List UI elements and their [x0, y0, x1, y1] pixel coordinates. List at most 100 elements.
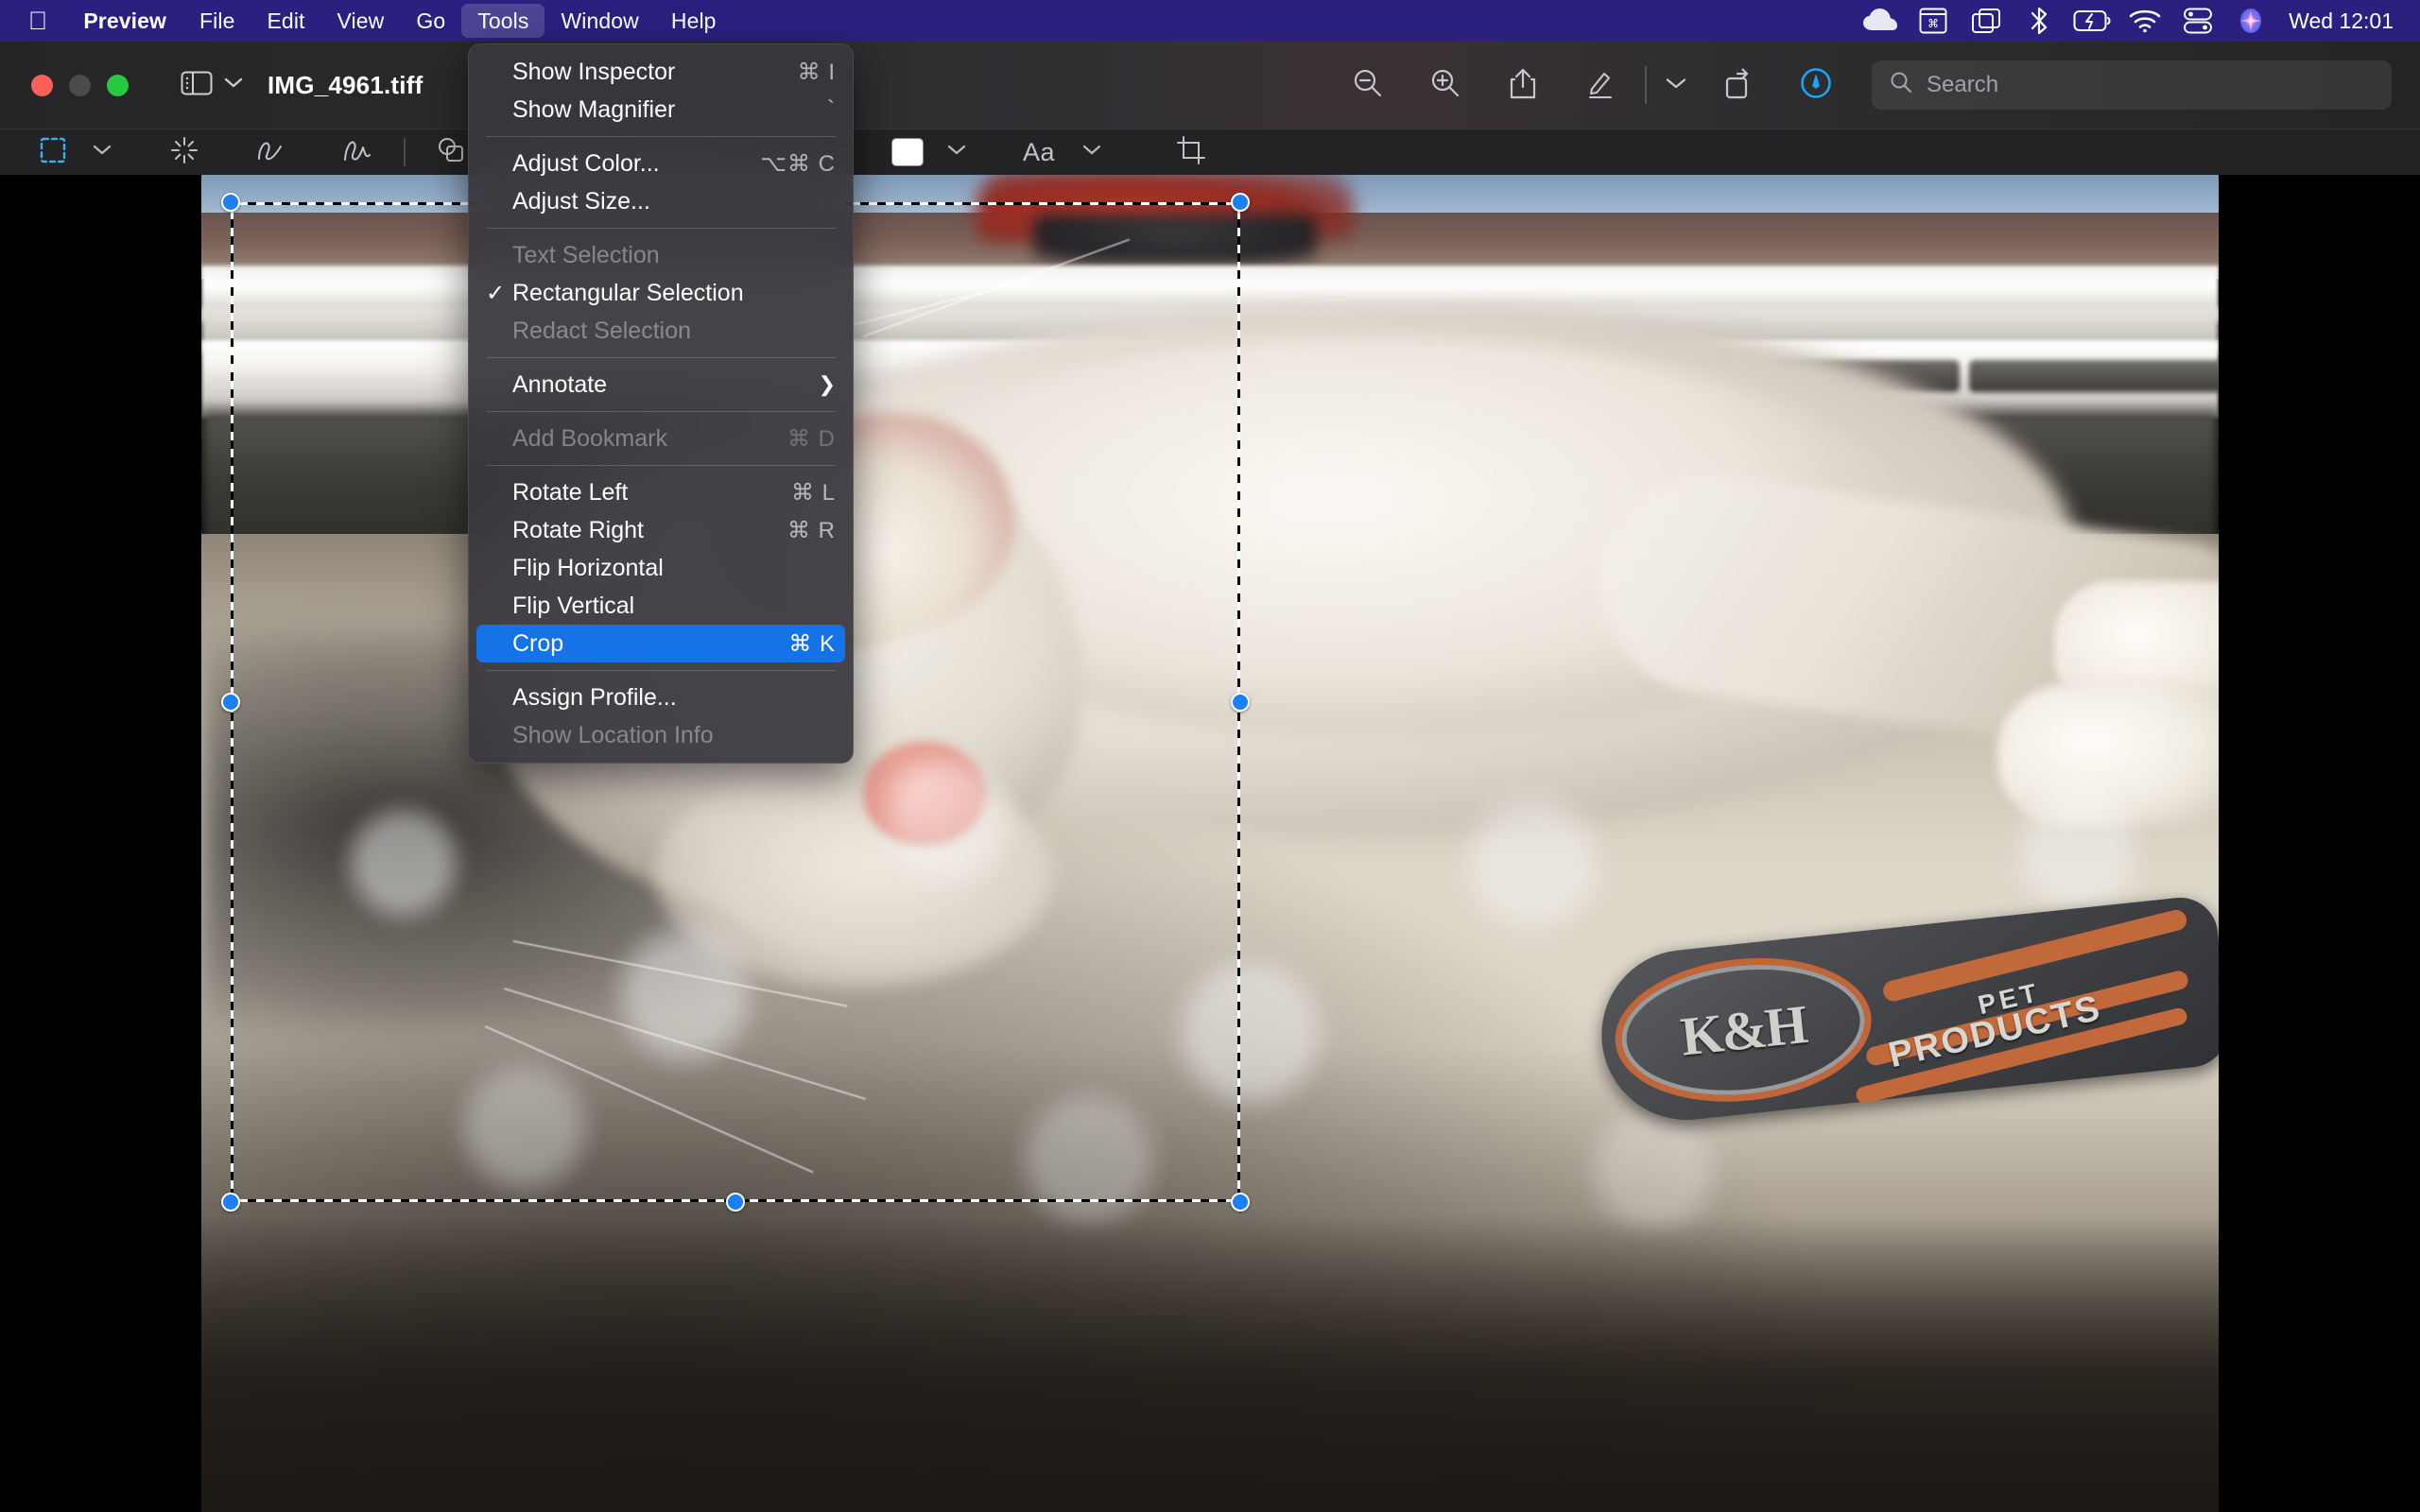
crop-icon [1176, 135, 1206, 170]
menu-item-label: Flip Vertical [512, 592, 635, 619]
crop-tool-button[interactable] [1167, 129, 1216, 176]
menu-item-label: Show Magnifier [512, 95, 676, 123]
rotate-button[interactable] [1700, 42, 1777, 129]
keyboard-input-icon[interactable]: ⌘ [1907, 0, 1960, 42]
share-button[interactable] [1484, 42, 1562, 129]
menu-item-assign-profile[interactable]: Assign Profile... [469, 679, 853, 716]
menu-item-adjust-color[interactable]: Adjust Color... ⌥⌘ C [469, 145, 853, 182]
chevron-right-icon: ❯ [818, 372, 836, 396]
menu-item-shortcut: ⌘ D [787, 425, 836, 452]
menu-item-label: Show Location Info [512, 721, 714, 748]
window-chrome: IMG_4961.tiff Search Aa [0, 42, 2420, 175]
menu-item-rotate-left[interactable]: Rotate Left ⌘ L [469, 473, 853, 511]
menu-tools[interactable]: Tools [461, 4, 545, 38]
markup-options-button[interactable] [1652, 42, 1700, 129]
menu-item-label: Flip Horizontal [512, 554, 664, 581]
sketch-icon [255, 136, 287, 169]
screen: K&H PET PRODUCTS IMG_4961.tiff Search Aa… [0, 0, 2420, 1512]
traffic-lights [0, 74, 129, 96]
fill-color-swatch[interactable] [891, 138, 924, 166]
zoom-in-icon [1428, 66, 1462, 105]
menu-item-label: Adjust Size... [512, 187, 650, 215]
siri-icon[interactable] [2224, 0, 2277, 42]
menu-item-label: Rectangular Selection [512, 279, 744, 306]
menu-item-label: Rotate Right [512, 516, 644, 543]
menu-item-show-inspector[interactable]: Show Inspector ⌘ I [469, 53, 853, 91]
menu-item-label: Crop [512, 629, 564, 657]
bluetooth-icon[interactable] [2013, 0, 2066, 42]
markup-button[interactable] [1562, 42, 1639, 129]
menu-item-shortcut: ⌘ I [797, 59, 836, 85]
menu-item-add-bookmark: Add Bookmark ⌘ D [469, 420, 853, 457]
search-placeholder: Search [1927, 72, 1999, 97]
document-title: IMG_4961.tiff [268, 70, 424, 99]
text-style-chevron[interactable] [1076, 129, 1108, 176]
menu-item-crop[interactable]: Crop ⌘ K [476, 625, 845, 662]
menu-item-shortcut: ⌥⌘ C [760, 150, 836, 177]
menu-file[interactable]: File [183, 0, 251, 42]
rectangular-selection-icon [39, 136, 67, 169]
sidebar-toggle-icon [181, 70, 213, 101]
bed-bottom-shadow [201, 1214, 2219, 1512]
text-style-tool-button[interactable]: Aa [1011, 129, 1067, 176]
control-center-icon[interactable] [2171, 0, 2224, 42]
selection-tool-button[interactable] [28, 129, 78, 176]
menu-help[interactable]: Help [655, 0, 733, 42]
menu-item-rotate-right[interactable]: Rotate Right ⌘ R [469, 511, 853, 549]
battery-charging-icon[interactable] [2066, 0, 2118, 42]
toolbar-divider [1645, 66, 1647, 104]
menu-separator [486, 136, 836, 137]
menu-item-shortcut: ⌘ R [787, 517, 836, 543]
selection-tool-chevron[interactable] [86, 129, 118, 176]
zoom-in-button[interactable] [1407, 42, 1484, 129]
menu-item-label: Assign Profile... [512, 683, 677, 711]
zoom-out-button[interactable] [1329, 42, 1407, 129]
menu-item-show-magnifier[interactable]: Show Magnifier ` [469, 91, 853, 129]
image-canvas[interactable]: K&H PET PRODUCTS [0, 175, 2420, 1512]
search-icon [1889, 70, 1913, 101]
menu-item-label: Annotate [512, 370, 608, 398]
maximize-button[interactable] [107, 74, 129, 96]
instant-alpha-tool-button[interactable] [160, 129, 209, 176]
draw-tool-button[interactable] [334, 129, 383, 176]
wifi-icon[interactable] [2118, 0, 2171, 42]
tools-dropdown-menu[interactable]: Show Inspector ⌘ I Show Magnifier ` Adjust C… [468, 43, 854, 764]
chevron-down-icon [93, 144, 112, 161]
cloud-icon[interactable] [1854, 0, 1907, 42]
menu-bar-status-items: ⌘ Wed 12:01 [1854, 0, 2420, 42]
search-field[interactable]: Search [1872, 60, 2392, 110]
menu-item-flip-vertical[interactable]: Flip Vertical [469, 587, 853, 625]
chevron-down-icon [1666, 77, 1686, 94]
menu-item-annotate[interactable]: Annotate ❯ [469, 366, 853, 404]
menu-separator [486, 411, 836, 412]
stage-manager-icon[interactable] [1960, 0, 2013, 42]
rotate-icon [1721, 66, 1755, 105]
fill-color-chevron[interactable] [941, 129, 973, 176]
menu-view[interactable]: View [321, 0, 401, 42]
sidebar-toggle-button[interactable] [181, 70, 243, 101]
menu-item-label: Show Inspector [512, 58, 676, 85]
system-menu-bar:  Preview File Edit View Go Tools Window… [0, 0, 2420, 42]
menu-window[interactable]: Window [544, 0, 654, 42]
menu-item-shortcut: ⌘ L [790, 479, 836, 506]
markup-toolbar: T [0, 129, 2420, 175]
checkmark-icon: ✓ [486, 280, 506, 306]
menu-separator [486, 357, 836, 358]
annotate-button[interactable] [1777, 42, 1855, 129]
minimize-button[interactable] [69, 74, 91, 96]
draw-icon [342, 136, 374, 169]
menu-item-flip-horizontal[interactable]: Flip Horizontal [469, 549, 853, 587]
menu-item-rectangular-selection[interactable]: ✓ Rectangular Selection [469, 274, 853, 312]
menu-item-adjust-size[interactable]: Adjust Size... [469, 182, 853, 220]
chevron-down-icon [1082, 144, 1101, 161]
svg-text:⌘: ⌘ [1927, 17, 1939, 30]
fill-color-tool-button[interactable] [883, 129, 932, 176]
menu-item-redact-selection: Redact Selection [469, 312, 853, 350]
menu-bar-clock[interactable]: Wed 12:01 [2277, 9, 2399, 34]
menu-go[interactable]: Go [400, 0, 461, 42]
menu-preview[interactable]: Preview [66, 0, 183, 42]
menu-edit[interactable]: Edit [251, 0, 320, 42]
apple-logo-icon[interactable]:  [0, 0, 66, 42]
sketch-tool-button[interactable] [247, 129, 296, 176]
close-button[interactable] [31, 74, 53, 96]
